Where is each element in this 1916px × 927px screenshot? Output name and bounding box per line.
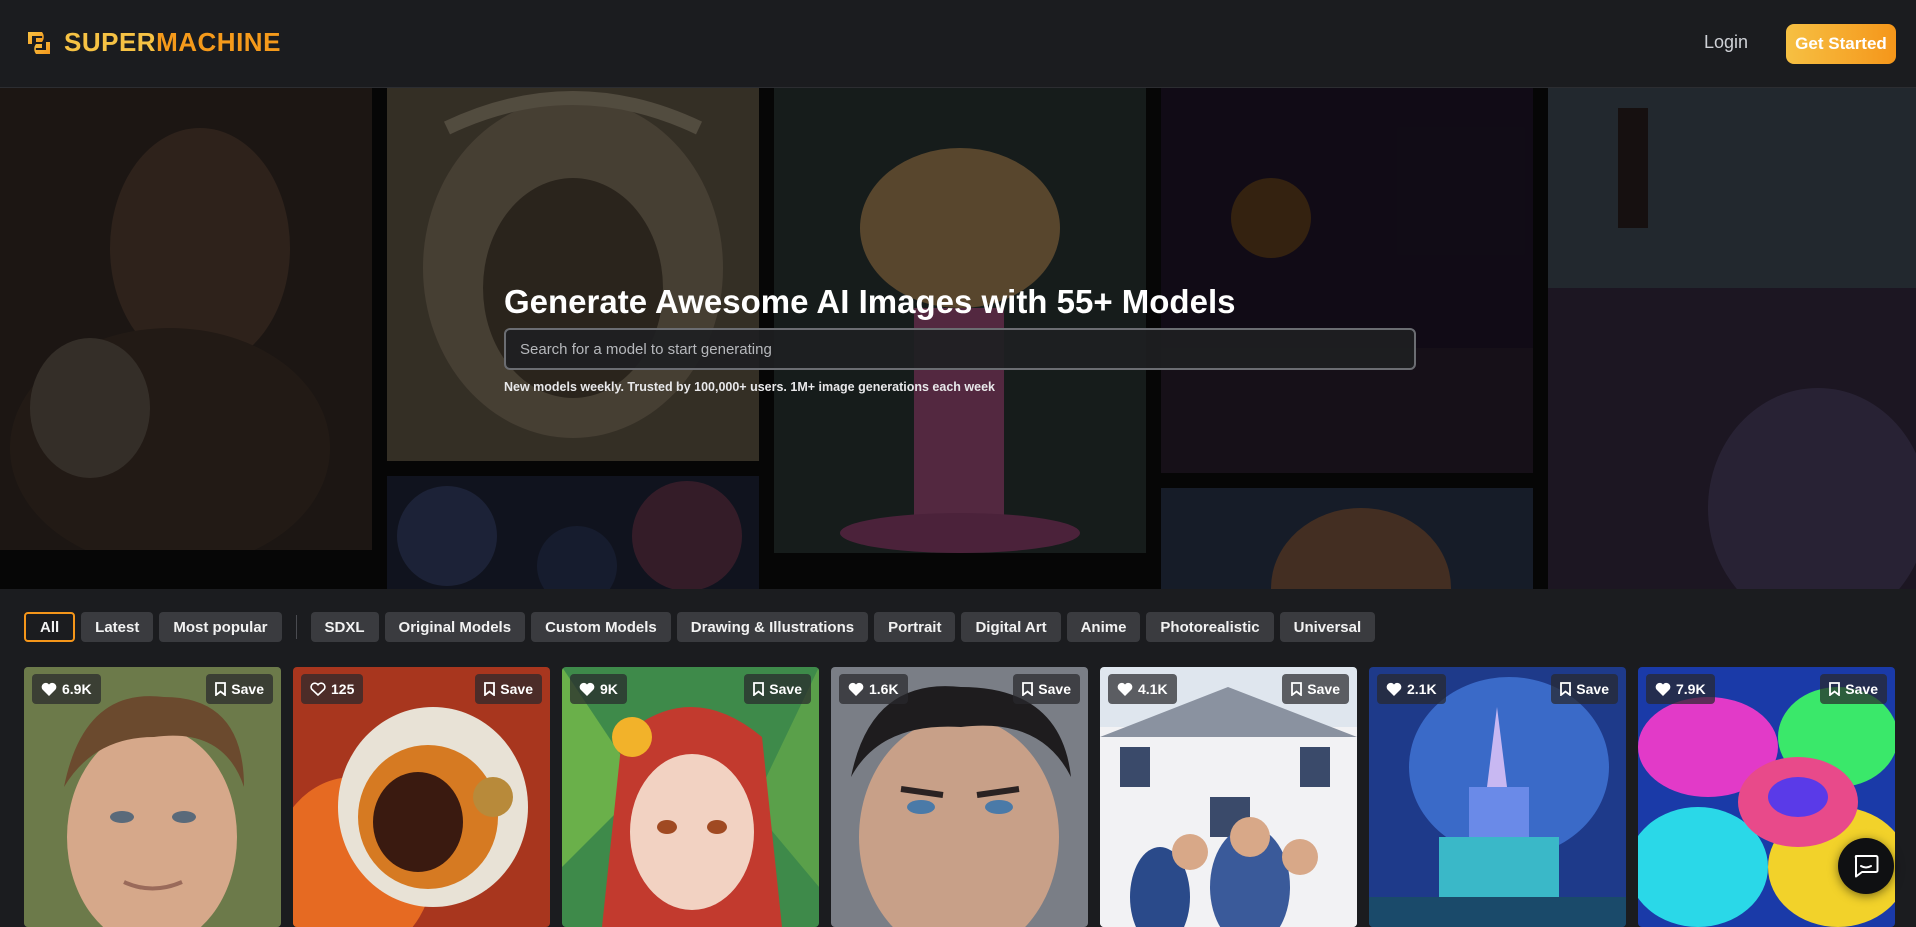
like-button[interactable]: 1.6K: [839, 674, 908, 704]
model-search-input[interactable]: [520, 340, 1414, 358]
save-button[interactable]: Save: [475, 674, 542, 704]
model-card[interactable]: 2.1K Save: [1369, 667, 1626, 927]
heart-outline-icon: [310, 682, 326, 696]
bookmark-icon: [1022, 682, 1034, 696]
category-universal[interactable]: Universal: [1279, 612, 1376, 642]
filter-all[interactable]: All: [24, 612, 76, 642]
save-label: Save: [1576, 681, 1609, 697]
hero-title: Generate Awesome AI Images with 55+ Mode…: [504, 283, 1236, 320]
card-image-anime-girl: [562, 667, 819, 927]
save-label: Save: [1307, 681, 1340, 697]
bookmark-icon: [753, 682, 765, 696]
heart-filled-icon: [1386, 682, 1402, 696]
chat-support-button[interactable]: [1838, 838, 1894, 894]
bookmark-icon: [215, 682, 227, 696]
hero-subtitle: New models weekly. Trusted by 100,000+ u…: [504, 380, 995, 395]
heart-filled-icon: [41, 682, 57, 696]
save-label: Save: [500, 681, 533, 697]
like-button[interactable]: 2.1K: [1377, 674, 1446, 704]
top-header: SUPERMACHINE Login Get Started: [0, 0, 1916, 88]
heart-filled-icon: [848, 682, 864, 696]
like-count: 6.9K: [62, 681, 92, 697]
heart-filled-icon: [1117, 682, 1133, 696]
category-drawing-illustrations[interactable]: Drawing & Illustrations: [676, 612, 869, 642]
like-count: 125: [331, 681, 355, 697]
like-count: 2.1K: [1407, 681, 1437, 697]
model-card[interactable]: 9K Save: [562, 667, 819, 927]
heart-filled-icon: [579, 682, 595, 696]
like-count: 7.9K: [1676, 681, 1706, 697]
like-button[interactable]: 9K: [570, 674, 627, 704]
brand-logo[interactable]: SUPERMACHINE: [24, 27, 281, 58]
save-label: Save: [1038, 681, 1071, 697]
brand-name-part2: MACHINE: [156, 27, 281, 57]
card-image-castle-night: [1369, 667, 1626, 927]
category-sdxl[interactable]: SDXL: [310, 612, 379, 642]
like-button[interactable]: 4.1K: [1108, 674, 1177, 704]
filter-bar: All Latest Most popular SDXL Original Mo…: [24, 612, 1376, 642]
category-custom-models[interactable]: Custom Models: [531, 612, 671, 642]
save-label: Save: [231, 681, 264, 697]
brand-name: SUPERMACHINE: [64, 27, 281, 58]
filter-divider: [295, 615, 297, 639]
save-label: Save: [1845, 681, 1878, 697]
like-button[interactable]: 7.9K: [1646, 674, 1715, 704]
filter-most-popular[interactable]: Most popular: [159, 612, 282, 642]
card-image-man-closeup: [831, 667, 1088, 927]
save-button[interactable]: Save: [1551, 674, 1618, 704]
model-gallery: 6.9K Save 125 Save 9K Save 1.6K Save 4.1…: [24, 667, 1895, 927]
chat-bubble-icon: [1854, 855, 1879, 878]
get-started-button[interactable]: Get Started: [1786, 24, 1896, 64]
bookmark-icon: [1829, 682, 1841, 696]
save-button[interactable]: Save: [1282, 674, 1349, 704]
hero-banner: Generate Awesome AI Images with 55+ Mode…: [0, 88, 1916, 589]
model-card[interactable]: 1.6K Save: [831, 667, 1088, 927]
model-card[interactable]: 125 Save: [293, 667, 550, 927]
brand-name-part1: SUPER: [64, 27, 157, 57]
like-button[interactable]: 6.9K: [32, 674, 101, 704]
card-image-man-portrait: [24, 667, 281, 927]
like-count: 4.1K: [1138, 681, 1168, 697]
like-count: 1.6K: [869, 681, 899, 697]
model-card[interactable]: 4.1K Save: [1100, 667, 1357, 927]
filter-latest[interactable]: Latest: [81, 612, 154, 642]
category-photorealistic[interactable]: Photorealistic: [1146, 612, 1274, 642]
category-portrait[interactable]: Portrait: [874, 612, 956, 642]
bookmark-icon: [1560, 682, 1572, 696]
card-image-family-house: [1100, 667, 1357, 927]
supermachine-logo-icon: [24, 28, 54, 58]
category-digital-art[interactable]: Digital Art: [961, 612, 1061, 642]
card-image-astronaut-fire: [293, 667, 550, 927]
heart-filled-icon: [1655, 682, 1671, 696]
model-card[interactable]: 6.9K Save: [24, 667, 281, 927]
login-link[interactable]: Login: [1704, 32, 1748, 53]
like-count: 9K: [600, 681, 618, 697]
like-button[interactable]: 125: [301, 674, 364, 704]
save-label: Save: [769, 681, 802, 697]
hero-content: Generate Awesome AI Images with 55+ Mode…: [504, 283, 1416, 395]
category-original-models[interactable]: Original Models: [384, 612, 526, 642]
category-anime[interactable]: Anime: [1066, 612, 1141, 642]
save-button[interactable]: Save: [1013, 674, 1080, 704]
save-button[interactable]: Save: [744, 674, 811, 704]
save-button[interactable]: Save: [1820, 674, 1887, 704]
save-button[interactable]: Save: [206, 674, 273, 704]
bookmark-icon: [484, 682, 496, 696]
bookmark-icon: [1291, 682, 1303, 696]
model-search-box[interactable]: [504, 328, 1416, 371]
